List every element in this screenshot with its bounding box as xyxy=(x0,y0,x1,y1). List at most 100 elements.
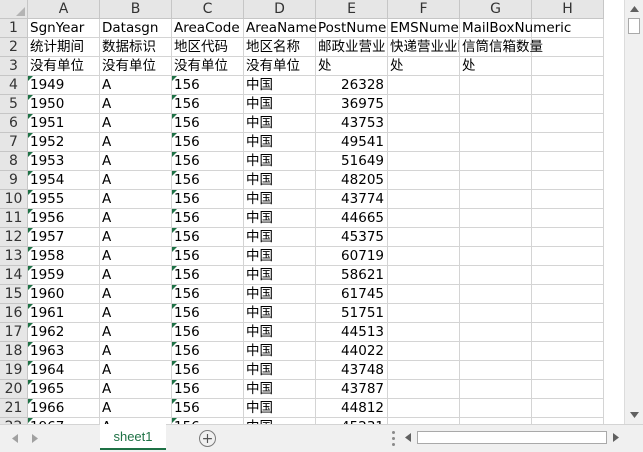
cell[interactable] xyxy=(388,152,460,171)
cell[interactable] xyxy=(532,76,604,95)
cell[interactable]: 43748 xyxy=(316,361,388,380)
scroll-up-button[interactable] xyxy=(627,2,642,16)
cell[interactable]: A xyxy=(100,323,172,342)
cell[interactable]: 156 xyxy=(172,209,244,228)
row-header[interactable]: 21 xyxy=(0,399,28,418)
cell[interactable]: 地区代码 xyxy=(172,38,244,57)
next-sheet-button[interactable] xyxy=(28,431,42,445)
cell[interactable]: 中国 xyxy=(244,323,316,342)
cell[interactable]: 156 xyxy=(172,399,244,418)
cell[interactable]: 156 xyxy=(172,380,244,399)
cell[interactable] xyxy=(460,304,532,323)
cell[interactable] xyxy=(388,114,460,133)
row-header[interactable]: 19 xyxy=(0,361,28,380)
cell[interactable] xyxy=(532,380,604,399)
cell[interactable]: 中国 xyxy=(244,152,316,171)
cell[interactable]: 156 xyxy=(172,190,244,209)
cell[interactable] xyxy=(388,209,460,228)
previous-sheet-button[interactable] xyxy=(8,431,22,445)
row-header[interactable]: 9 xyxy=(0,171,28,190)
cell[interactable] xyxy=(532,57,604,76)
cell[interactable] xyxy=(460,266,532,285)
cell[interactable]: 26328 xyxy=(316,76,388,95)
cell[interactable]: 156 xyxy=(172,228,244,247)
row-header[interactable]: 13 xyxy=(0,247,28,266)
column-header-d[interactable]: D xyxy=(244,0,316,19)
cell[interactable] xyxy=(460,152,532,171)
cell[interactable]: 156 xyxy=(172,171,244,190)
vertical-scrollbar[interactable] xyxy=(624,0,643,424)
cell[interactable]: 43753 xyxy=(316,114,388,133)
cell[interactable]: A xyxy=(100,361,172,380)
cell[interactable]: A xyxy=(100,133,172,152)
horizontal-scrollbar[interactable] xyxy=(401,429,623,446)
cell[interactable] xyxy=(532,38,604,57)
cell[interactable]: A xyxy=(100,209,172,228)
cell[interactable] xyxy=(532,323,604,342)
cell[interactable]: 43787 xyxy=(316,380,388,399)
cell[interactable]: 1951 xyxy=(28,114,100,133)
cell[interactable]: 1960 xyxy=(28,285,100,304)
spreadsheet-grid[interactable]: A B C D E F G H 1 SgnYear Datasgn AreaCode AreaName P… xyxy=(0,0,624,424)
cell[interactable] xyxy=(460,209,532,228)
cell[interactable]: A xyxy=(100,247,172,266)
cell[interactable]: 处 xyxy=(460,57,532,76)
column-header-f[interactable]: F xyxy=(388,0,460,19)
cell[interactable]: 48205 xyxy=(316,171,388,190)
cell[interactable]: 没有单位 xyxy=(100,57,172,76)
cell[interactable]: 没有单位 xyxy=(172,57,244,76)
row-header[interactable]: 15 xyxy=(0,285,28,304)
cell[interactable] xyxy=(532,228,604,247)
cell[interactable]: 43774 xyxy=(316,190,388,209)
cell[interactable] xyxy=(460,323,532,342)
row-header[interactable]: 1 xyxy=(0,19,28,38)
cell[interactable]: A xyxy=(100,95,172,114)
tab-split-handle[interactable] xyxy=(390,431,396,446)
cell[interactable]: AreaName xyxy=(244,19,317,38)
row-header[interactable]: 2 xyxy=(0,38,28,57)
cell[interactable]: 156 xyxy=(172,323,244,342)
cell[interactable]: 中国 xyxy=(244,266,316,285)
cell[interactable]: 统计期间 xyxy=(28,38,100,57)
cell[interactable]: 156 xyxy=(172,76,244,95)
cell[interactable]: 中国 xyxy=(244,133,316,152)
cell[interactable] xyxy=(532,342,604,361)
cell[interactable]: 1958 xyxy=(28,247,100,266)
cell[interactable]: A xyxy=(100,380,172,399)
cell[interactable]: 44812 xyxy=(316,399,388,418)
row-header[interactable]: 14 xyxy=(0,266,28,285)
cell[interactable]: A xyxy=(100,171,172,190)
cell[interactable] xyxy=(460,76,532,95)
cell[interactable]: 快递营业业网 xyxy=(388,38,460,57)
cell[interactable]: A xyxy=(100,114,172,133)
cell[interactable]: 156 xyxy=(172,304,244,323)
horizontal-scroll-thumb[interactable] xyxy=(417,431,607,444)
row-header[interactable]: 10 xyxy=(0,190,28,209)
cell[interactable] xyxy=(460,342,532,361)
scroll-down-button[interactable] xyxy=(627,408,642,422)
cell[interactable]: 49541 xyxy=(316,133,388,152)
row-header[interactable]: 5 xyxy=(0,95,28,114)
cell[interactable]: 1954 xyxy=(28,171,100,190)
cell[interactable]: 没有单位 xyxy=(28,57,100,76)
cell[interactable]: 中国 xyxy=(244,228,316,247)
vertical-scroll-thumb[interactable] xyxy=(628,18,640,34)
cell[interactable]: 中国 xyxy=(244,190,316,209)
sheet-tab-sheet1[interactable]: sheet1 xyxy=(100,424,166,450)
cell[interactable] xyxy=(388,323,460,342)
cell[interactable]: 1966 xyxy=(28,399,100,418)
cell[interactable] xyxy=(388,76,460,95)
cell[interactable] xyxy=(460,361,532,380)
cell[interactable]: A xyxy=(100,285,172,304)
cell[interactable] xyxy=(532,95,604,114)
cell[interactable] xyxy=(532,285,604,304)
column-header-e[interactable]: E xyxy=(316,0,388,19)
cell[interactable] xyxy=(388,380,460,399)
cell[interactable] xyxy=(388,342,460,361)
column-header-g[interactable]: G xyxy=(460,0,532,19)
cell[interactable] xyxy=(388,190,460,209)
scroll-left-button[interactable] xyxy=(401,430,415,444)
row-header[interactable]: 16 xyxy=(0,304,28,323)
cell[interactable]: A xyxy=(100,266,172,285)
cell[interactable] xyxy=(532,209,604,228)
